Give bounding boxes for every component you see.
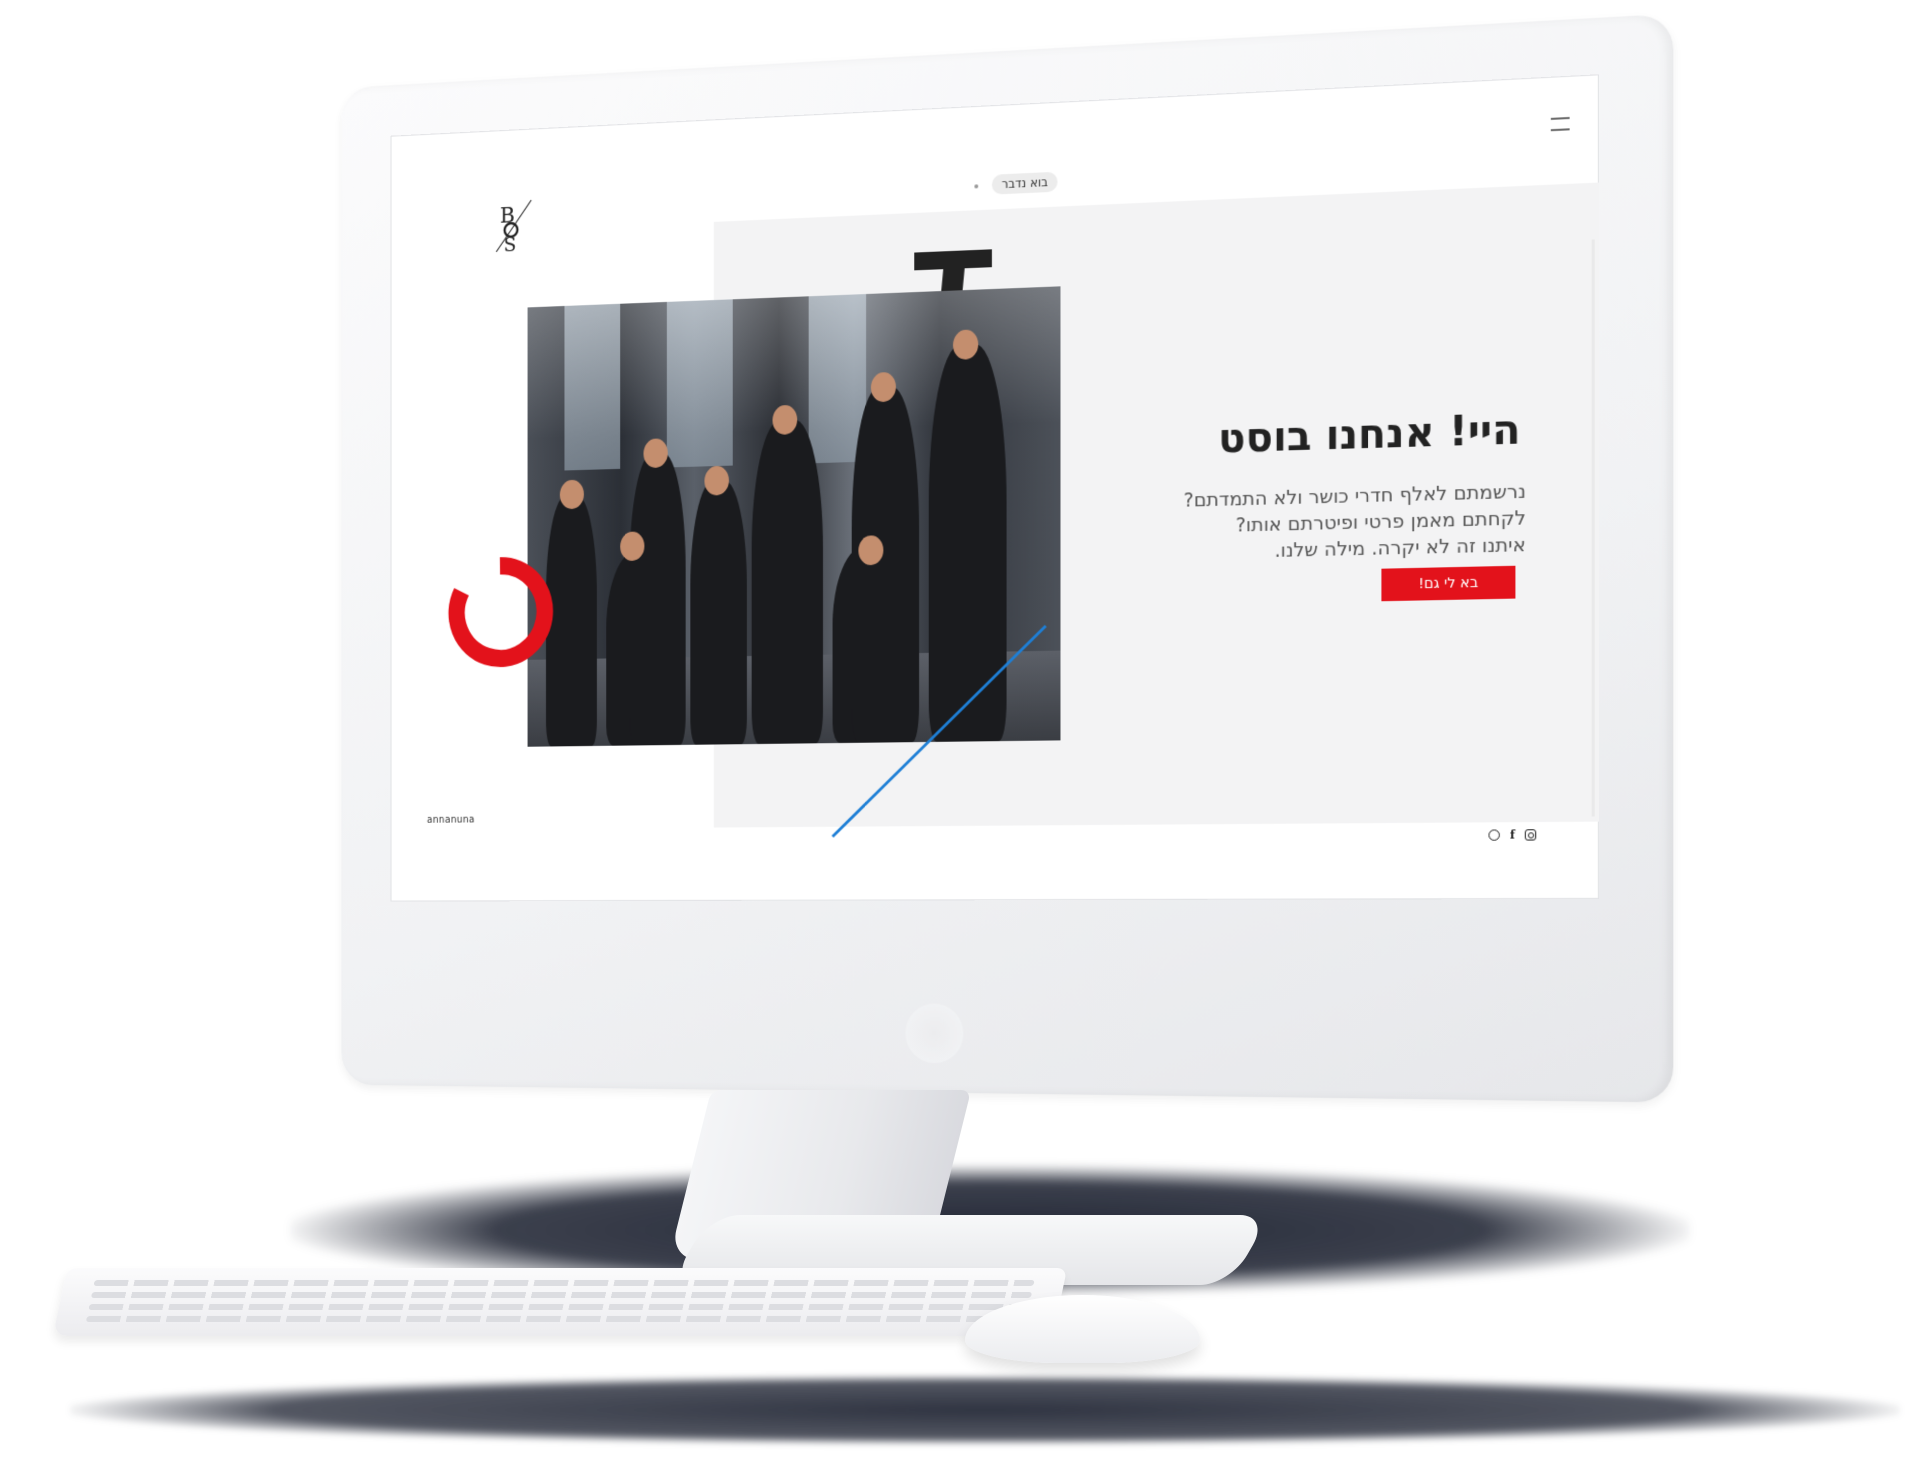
boost-logo[interactable]: B S bbox=[491, 196, 537, 256]
scrollbar[interactable] bbox=[1592, 239, 1595, 816]
photo-window bbox=[564, 304, 620, 471]
facebook-icon[interactable]: f bbox=[1506, 829, 1518, 841]
hamburger-menu-icon[interactable] bbox=[1551, 117, 1570, 131]
floor-shadow bbox=[70, 1375, 1900, 1445]
keyboard-row bbox=[93, 1280, 1034, 1286]
photo-person bbox=[629, 452, 685, 745]
hero-description: נרשמתם לאלף חדרי כושר ולא התמדתם? לקחתם … bbox=[1002, 478, 1526, 570]
status-dot bbox=[974, 184, 978, 188]
keyboard-row bbox=[88, 1304, 1029, 1310]
photo-person bbox=[690, 480, 747, 745]
website-screen: B S בוא נדבר היי! אנחנו בוסט נרשמתם לאלף… bbox=[391, 74, 1599, 901]
instagram-icon[interactable] bbox=[1525, 829, 1536, 840]
photo-window bbox=[667, 299, 733, 467]
lets-talk-button[interactable]: בוא נדבר bbox=[992, 172, 1058, 195]
photo-person bbox=[752, 419, 823, 744]
footer-brand[interactable]: annanuna bbox=[427, 815, 475, 826]
red-ring-decoration bbox=[445, 553, 555, 671]
svg-text:S: S bbox=[504, 233, 517, 256]
keyboard bbox=[53, 1268, 1067, 1336]
keyboard-row bbox=[91, 1292, 1032, 1298]
social-links: f bbox=[1488, 829, 1536, 842]
whatsapp-icon[interactable] bbox=[1488, 829, 1499, 840]
apple-logo-icon bbox=[905, 1003, 963, 1063]
cta-button[interactable]: בא לי גם! bbox=[1381, 566, 1515, 602]
keyboard-row bbox=[86, 1316, 1027, 1322]
blue-line-decoration bbox=[828, 621, 1051, 842]
